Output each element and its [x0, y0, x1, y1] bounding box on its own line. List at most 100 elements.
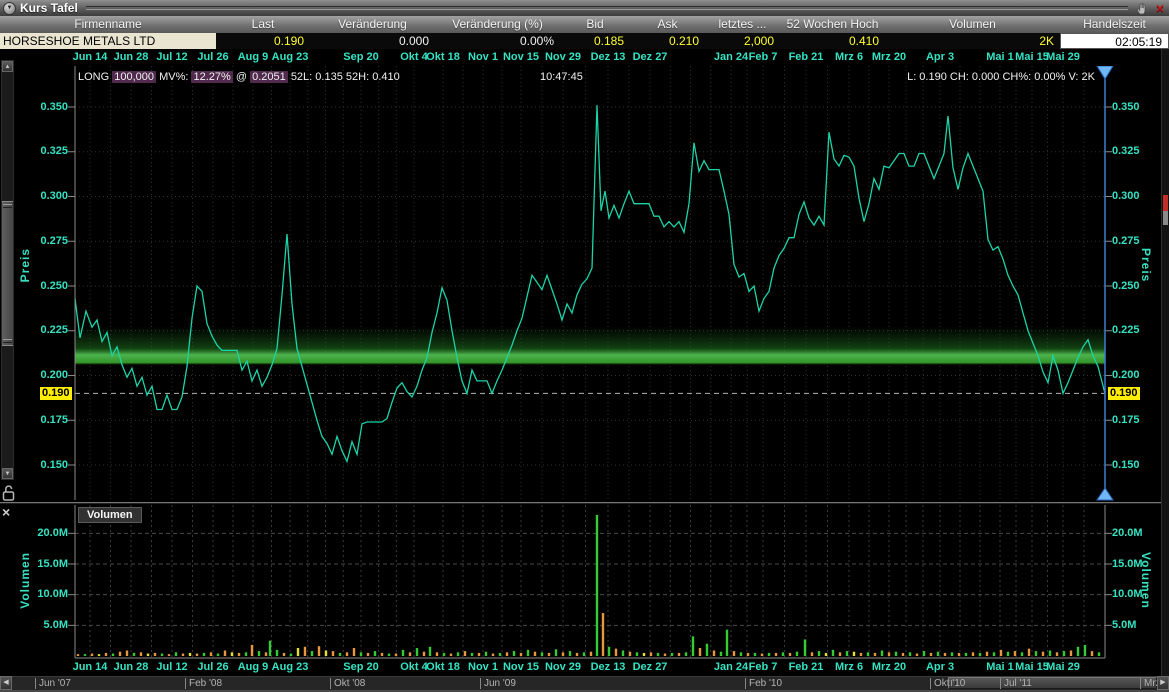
- volume-bar: [325, 650, 327, 656]
- price-tick-label: 0.250: [1112, 280, 1152, 292]
- price-tick-label: 0.250: [28, 280, 68, 292]
- cursor-handle-top-icon[interactable]: [1097, 66, 1113, 79]
- scroll-left-button[interactable]: ◀: [0, 676, 12, 690]
- high52-label: 52H:: [346, 71, 369, 83]
- price-tick-label: 0.300: [1112, 190, 1152, 202]
- timeline-period-label: Jun '07: [35, 678, 71, 689]
- horizontal-scrollbar-thumb[interactable]: [948, 677, 1157, 689]
- volume-tick-label: 15.0M: [1112, 558, 1152, 570]
- timeline-period-label: Okt '08: [330, 678, 365, 689]
- timeline-period-label: Jul '11: [1000, 678, 1032, 689]
- date-tick-label: Jul 26: [197, 661, 228, 673]
- position-entry-band: [75, 326, 1105, 366]
- volume-bar: [713, 650, 715, 656]
- unlock-icon[interactable]: [2, 484, 16, 502]
- date-tick-label: Apr 3: [926, 51, 954, 63]
- volume-bar: [706, 644, 708, 656]
- vertical-scrollbar[interactable]: ▲ ▼: [1, 60, 14, 480]
- volume-bar: [304, 647, 306, 656]
- volume-bar: [699, 648, 701, 656]
- date-tick-label: Okt 4: [400, 51, 428, 63]
- volume-bar: [506, 652, 508, 656]
- cursor-handle-bottom-icon[interactable]: [1097, 488, 1113, 500]
- date-tick-label: Mrz 20: [872, 51, 906, 63]
- date-tick-label: Dez 13: [591, 661, 626, 673]
- date-tick-label: Aug 23: [272, 661, 309, 673]
- volume-bar: [464, 651, 466, 656]
- price-volume-chart[interactable]: [0, 0, 1169, 692]
- volume-bar: [492, 654, 494, 656]
- volume-bar: [608, 647, 610, 656]
- volume-bar: [602, 613, 604, 656]
- volume-bar: [839, 652, 841, 656]
- date-tick-label: Sep 20: [343, 51, 378, 63]
- volume-bar: [888, 652, 890, 656]
- date-tick-label: Nov 1: [468, 51, 498, 63]
- position-info: LONG 100,000 MV%: 12.27% @ 0.2051 52L: 0…: [78, 71, 400, 83]
- volume-bar: [685, 652, 687, 656]
- volume-bar: [1098, 652, 1100, 656]
- vertical-scrollbar-thumb[interactable]: [2, 201, 13, 346]
- volume-bar: [671, 653, 673, 656]
- volume-bar: [231, 652, 233, 656]
- scroll-up-button[interactable]: ▲: [2, 61, 13, 72]
- volume-bar: [782, 652, 784, 656]
- volume-bar: [664, 654, 666, 656]
- volume-bar: [804, 639, 806, 656]
- volume-bar: [182, 654, 184, 656]
- volume-bar: [91, 654, 93, 656]
- date-tick-label: Okt 18: [426, 661, 460, 673]
- volume-bar: [443, 653, 445, 656]
- date-tick-label: Mai 29: [1046, 51, 1080, 63]
- volume-bar: [395, 654, 397, 656]
- date-tick-label: Jun 14: [73, 661, 108, 673]
- volume-bar: [1091, 651, 1093, 656]
- volume-bar: [761, 654, 763, 656]
- volume-bar: [951, 652, 953, 656]
- volume-bar: [471, 653, 473, 656]
- volume-bar: [175, 652, 177, 656]
- kurs-tafel-window: ▼ Kurs Tafel × Firmenname Last Veränderu…: [0, 0, 1169, 692]
- volume-bar: [423, 652, 425, 656]
- date-tick-label: Sep 20: [343, 661, 378, 673]
- date-tick-label: Feb 7: [749, 51, 778, 63]
- date-tick-label: Mai 29: [1046, 661, 1080, 673]
- date-tick-label: Aug 23: [272, 51, 309, 63]
- volume-bar: [346, 652, 348, 656]
- volume-bar: [958, 653, 960, 656]
- mv-value: 12.27%: [191, 71, 232, 83]
- right-indicator-strip[interactable]: [1161, 49, 1169, 676]
- volume-bar: [126, 650, 128, 656]
- volume-bar: [318, 646, 320, 656]
- volume-bar: [909, 652, 911, 656]
- volume-bar: [416, 648, 418, 656]
- volume-bar: [1028, 649, 1030, 656]
- volume-bar: [930, 653, 932, 656]
- volume-bar: [520, 653, 522, 656]
- date-tick-label: Jul 12: [156, 661, 187, 673]
- volume-bar: [402, 650, 404, 656]
- volume-bar: [789, 653, 791, 656]
- price-tick-label: 0.350: [28, 101, 68, 113]
- close-volume-pane-icon[interactable]: ×: [2, 504, 10, 520]
- low52-value: 0.135: [315, 71, 343, 83]
- volume-bar: [965, 653, 967, 656]
- scroll-right-button[interactable]: ▶: [1157, 676, 1169, 690]
- volume-bar: [993, 652, 995, 656]
- last-price-tag-left: 0.190: [40, 387, 72, 400]
- volume-bar: [297, 648, 299, 656]
- volume-bar: [541, 652, 543, 656]
- volume-bar: [1007, 652, 1009, 656]
- price-tick-label: 0.150: [28, 459, 68, 471]
- date-tick-label: Dez 27: [633, 51, 668, 63]
- price-tick-label: 0.200: [1112, 369, 1152, 381]
- volume-bar: [276, 650, 278, 656]
- volume-bar: [768, 653, 770, 656]
- date-tick-label: Feb 21: [789, 661, 824, 673]
- date-axis-top: Jun 14Jun 28Jul 12Jul 26Aug 9Aug 23Sep 2…: [0, 49, 1169, 66]
- price-tick-label: 0.175: [28, 414, 68, 426]
- volume-bar: [796, 652, 798, 656]
- scroll-down-button[interactable]: ▼: [2, 468, 13, 479]
- volume-bar: [747, 653, 749, 656]
- volume-bar: [339, 653, 341, 656]
